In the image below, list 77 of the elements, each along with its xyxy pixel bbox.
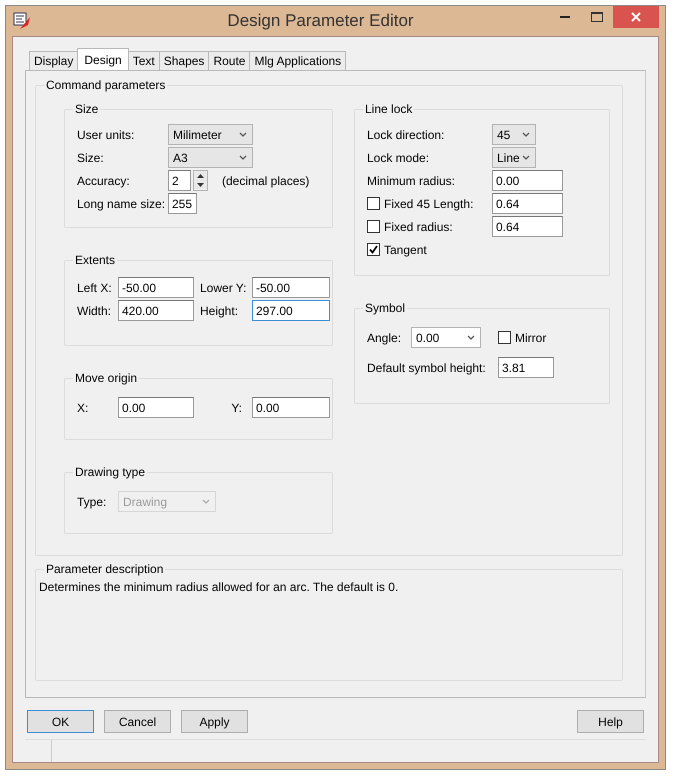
field-label: Mirror xyxy=(515,330,546,344)
dropdown[interactable]: Milimeter xyxy=(168,124,253,145)
field-label: Width: xyxy=(77,304,112,318)
dialog-button[interactable]: Cancel xyxy=(104,710,171,733)
group-title: Extents xyxy=(74,253,116,267)
down-arrow-icon xyxy=(197,182,204,186)
input-field[interactable]: -50.00 xyxy=(118,277,194,298)
checkbox[interactable] xyxy=(367,220,380,233)
description-text: Determines the minimum radius allowed for an arc. The default is 0. xyxy=(39,580,400,594)
checkbox[interactable] xyxy=(367,197,380,210)
input-field[interactable]: 255 xyxy=(168,193,197,214)
input-field[interactable]: 3.81 xyxy=(498,357,554,378)
window-title: Design Parameter Editor xyxy=(226,11,415,31)
field-label: Lock direction: xyxy=(367,128,446,142)
input-field[interactable]: 0.64 xyxy=(492,216,563,237)
checkbox[interactable] xyxy=(367,243,380,256)
input-field[interactable]: 0.00 xyxy=(118,397,194,418)
field-label: Accuracy: xyxy=(77,174,131,188)
chevron-icon xyxy=(522,132,530,138)
checkbox[interactable] xyxy=(498,331,511,344)
tab[interactable]: Route xyxy=(208,51,250,70)
up-arrow-icon xyxy=(197,174,204,178)
group-title: Size xyxy=(74,102,100,116)
group-title: Symbol xyxy=(364,301,406,315)
maximize-icon xyxy=(591,12,603,22)
tab[interactable]: Shapes xyxy=(158,51,210,70)
chevron-icon xyxy=(239,132,247,138)
field-label: Minimum radius: xyxy=(367,174,456,188)
field-label: Type: xyxy=(77,494,108,508)
field-label: X: xyxy=(77,400,90,414)
spin-field[interactable]: 2 xyxy=(168,170,191,191)
input-field[interactable]: 0.64 xyxy=(492,193,563,214)
field-label: Tangent xyxy=(384,242,427,256)
tab[interactable]: Mlg Applications xyxy=(249,51,346,70)
input-field[interactable]: -50.00 xyxy=(252,277,330,298)
dropdown[interactable]: Line xyxy=(492,147,536,168)
tab[interactable]: Design xyxy=(77,48,129,70)
field-label: Fixed 45 Length: xyxy=(384,196,474,210)
chevron-icon xyxy=(202,498,210,504)
app-icon xyxy=(12,11,32,31)
field-label: Left X: xyxy=(77,280,113,294)
chevron-icon xyxy=(239,154,247,160)
field-label: Default symbol height: xyxy=(367,360,487,374)
angle-dropdown[interactable]: 0.00 xyxy=(411,327,481,348)
dialog-button[interactable]: OK xyxy=(27,710,94,733)
group-title: Drawing type xyxy=(74,465,146,479)
group-title: Parameter description xyxy=(45,562,164,576)
field-label: Angle: xyxy=(367,330,402,344)
field-label: Size: xyxy=(77,150,105,164)
field-label: Fixed radius: xyxy=(384,220,453,234)
minimize-icon xyxy=(560,16,570,18)
field-label: Long name size: xyxy=(77,196,166,210)
field-label: User units: xyxy=(77,128,136,142)
field-label: Lower Y: xyxy=(200,280,248,294)
chevron-icon xyxy=(467,334,475,340)
input-field[interactable]: 0.00 xyxy=(252,397,330,418)
input-field[interactable]: 0.00 xyxy=(492,170,563,191)
group-title: Line lock xyxy=(364,102,414,116)
field-label: Height: xyxy=(200,304,240,318)
field-label: Lock mode: xyxy=(367,150,430,164)
dialog-button[interactable]: Apply xyxy=(181,710,248,733)
input-field[interactable]: 420.00 xyxy=(118,300,194,321)
dropdown[interactable]: A3 xyxy=(168,147,253,168)
group-title: Move origin xyxy=(74,371,138,385)
chevron-icon xyxy=(522,154,530,160)
dropdown[interactable]: 45 xyxy=(492,124,536,145)
input-field[interactable]: 297.00 xyxy=(252,300,330,321)
checkmark-icon xyxy=(369,245,378,254)
close-icon xyxy=(631,12,641,22)
field-note: (decimal places) xyxy=(222,174,310,188)
spin-buttons[interactable] xyxy=(193,170,208,191)
field-label: Y: xyxy=(230,400,243,414)
tab[interactable]: Display xyxy=(29,51,78,70)
group-title: Command parameters xyxy=(45,78,166,92)
help-button[interactable]: Help xyxy=(577,710,644,733)
close-button[interactable] xyxy=(613,6,659,28)
tab[interactable]: Text xyxy=(128,51,160,70)
